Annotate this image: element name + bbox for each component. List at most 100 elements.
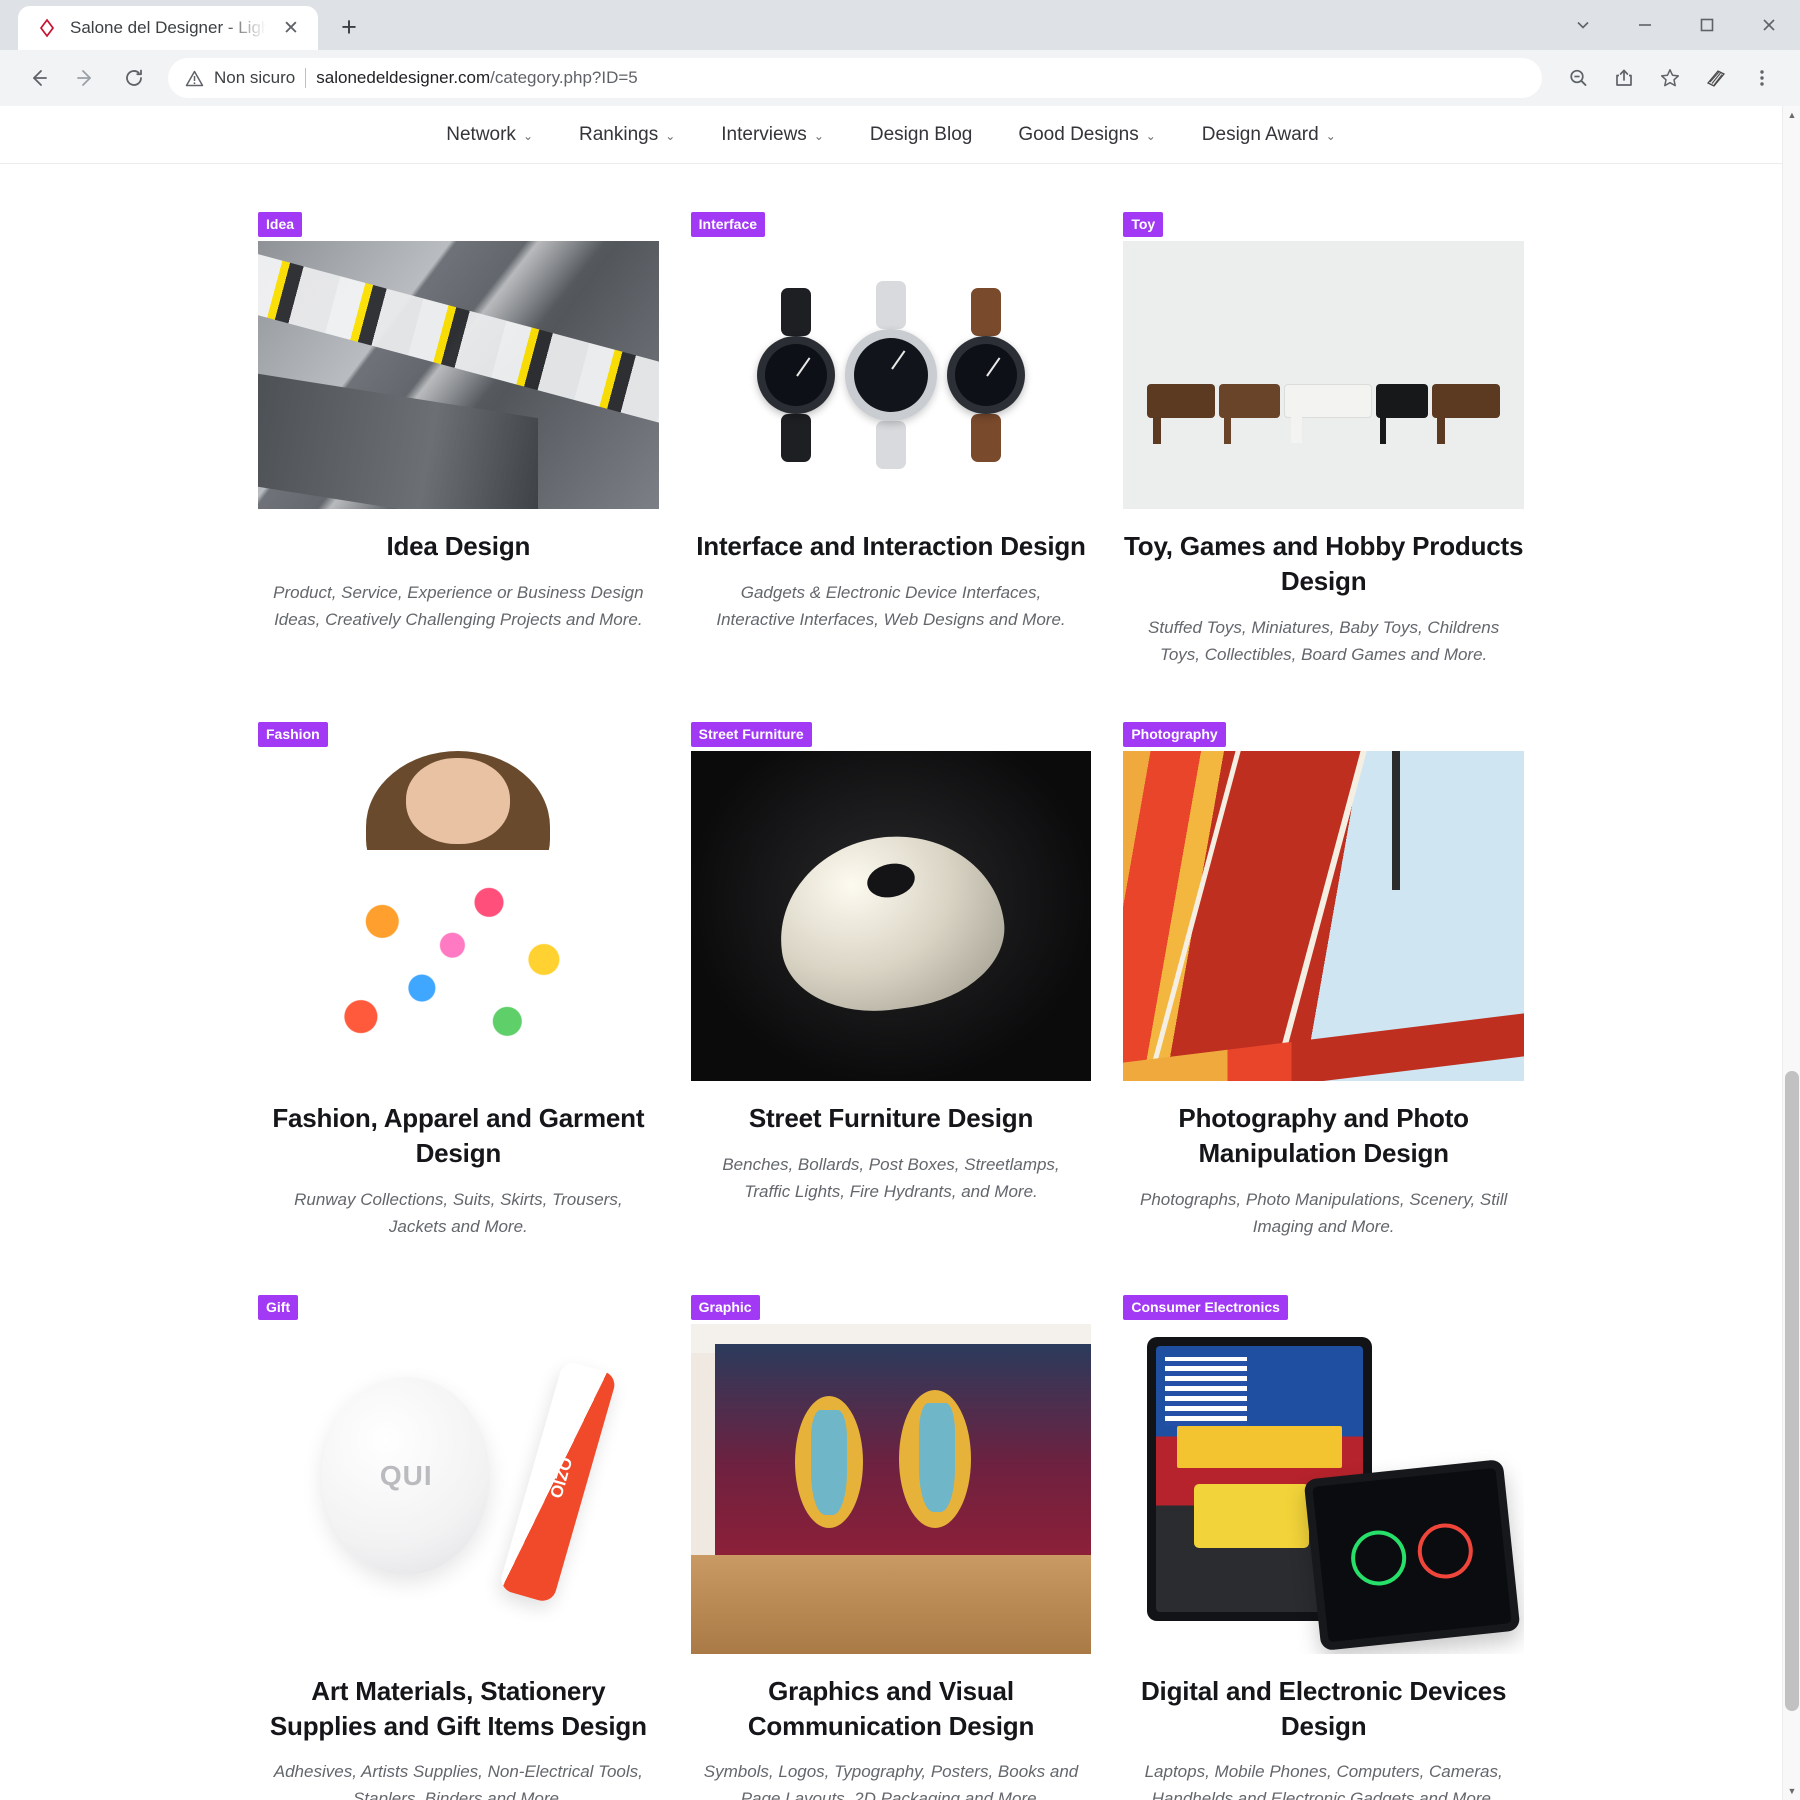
nav-label: Design Award <box>1201 123 1319 145</box>
smartwatch-trio-image <box>690 241 1092 509</box>
category-thumbnail[interactable] <box>690 1323 1092 1654</box>
badge-row: Idea <box>258 212 659 237</box>
category-badge[interactable]: Consumer Electronics <box>1123 1294 1288 1320</box>
idea-workbench-image <box>258 241 659 509</box>
running-track-image <box>1123 751 1524 1082</box>
tab-search-icon[interactable] <box>1552 0 1614 50</box>
category-title[interactable]: Photography and Photo Manipulation Desig… <box>1123 1101 1524 1171</box>
nav-label: Interviews <box>721 123 807 145</box>
extension-icon[interactable] <box>1694 56 1738 100</box>
category-card[interactable]: Interface Interface and Interaction Desi… <box>690 212 1092 668</box>
badge-row: Gift <box>258 1294 659 1320</box>
browser-tab[interactable]: Salone del Designer - Lighting Pr ✕ <box>18 6 318 50</box>
category-badge[interactable]: Toy <box>1123 212 1164 237</box>
category-card[interactable]: Fashion Fashion, Apparel and Garment Des… <box>258 722 659 1240</box>
category-description: Symbols, Logos, Typography, Posters, Boo… <box>703 1762 1079 1800</box>
category-badge[interactable]: Interface <box>690 212 766 237</box>
back-icon[interactable] <box>16 56 60 100</box>
nav-label: Good Designs <box>1018 123 1139 145</box>
nav-item-interviews[interactable]: Interviews ⌄ <box>721 124 824 146</box>
nav-item-rankings[interactable]: Rankings ⌄ <box>579 124 675 146</box>
disc-logo: QUI <box>322 1376 491 1575</box>
three-dot-menu-icon[interactable] <box>1740 56 1784 100</box>
url-text: salonedeldesigner.com/category.php?ID=5 <box>316 68 638 88</box>
category-card[interactable]: Graphic Graphics and Visual Communicatio… <box>690 1294 1092 1800</box>
floral-dress-image <box>258 751 659 1082</box>
category-badge[interactable]: Gift <box>258 1294 299 1320</box>
badge-row: Toy <box>1123 212 1524 237</box>
window-controls <box>1552 0 1800 50</box>
category-card[interactable]: Photography Photography and Photo Manipu… <box>1123 722 1524 1240</box>
nav-label: Design Blog <box>869 123 973 145</box>
tab-title: Salone del Designer - Lighting Pr <box>70 18 266 37</box>
toolbar-right-icons <box>1556 56 1784 100</box>
close-icon[interactable]: ✕ <box>278 15 304 41</box>
category-badge[interactable]: Idea <box>258 212 303 237</box>
category-description: Gadgets & Electronic Device Interfaces, … <box>716 582 1066 629</box>
category-badge[interactable]: Street Furniture <box>690 722 812 748</box>
nav-label: Network <box>446 123 516 145</box>
nav-item-good-designs[interactable]: Good Designs ⌄ <box>1018 124 1155 146</box>
address-bar[interactable]: Non sicuro salonedeldesigner.com/categor… <box>168 58 1542 98</box>
category-badge[interactable]: Graphic <box>690 1294 760 1320</box>
category-description: Photographs, Photo Manipulations, Scener… <box>1140 1190 1508 1236</box>
badge-row: Graphic <box>690 1294 1092 1320</box>
forward-icon[interactable] <box>64 56 108 100</box>
category-thumbnail[interactable] <box>1123 241 1524 509</box>
category-title[interactable]: Fashion, Apparel and Garment Design <box>258 1101 659 1171</box>
category-badge[interactable]: Fashion <box>258 722 328 748</box>
site-nav: Network ⌄ Rankings ⌄ Interviews ⌄ Design… <box>0 106 1782 164</box>
maximize-icon[interactable] <box>1676 0 1738 50</box>
chevron-down-icon: ⌄ <box>665 128 676 143</box>
scroll-down-arrow-icon[interactable]: ▼ <box>1783 1782 1800 1800</box>
category-card[interactable]: Idea Idea Design Product, Service, Exper… <box>258 212 659 668</box>
category-title[interactable]: Toy, Games and Hobby Products Design <box>1123 529 1524 599</box>
browser-window: Salone del Designer - Lighting Pr ✕ + <box>0 0 1800 1800</box>
page-scrollbar[interactable]: ▲ ▼ <box>1782 106 1800 1800</box>
category-badge[interactable]: Photography <box>1123 722 1226 748</box>
category-thumbnail[interactable] <box>1123 1323 1524 1654</box>
watch-silver <box>844 281 937 469</box>
new-tab-button[interactable]: + <box>328 6 370 48</box>
category-card[interactable]: Gift QUI OZIO Art Materials, Stationery … <box>258 1294 659 1800</box>
watch-brown <box>946 288 1025 462</box>
category-thumbnail[interactable] <box>258 241 659 509</box>
zoom-out-icon[interactable] <box>1556 56 1600 100</box>
scrollbar-thumb[interactable] <box>1785 1071 1799 1711</box>
category-title[interactable]: Digital and Electronic Devices Design <box>1123 1674 1524 1744</box>
category-title[interactable]: Idea Design <box>258 529 659 564</box>
nav-item-design-blog[interactable]: Design Blog <box>870 124 972 146</box>
category-title[interactable]: Interface and Interaction Design <box>691 529 1092 564</box>
category-thumbnail[interactable] <box>1123 751 1524 1082</box>
reload-icon[interactable] <box>112 56 156 100</box>
scroll-up-arrow-icon[interactable]: ▲ <box>1783 106 1800 124</box>
sculptural-bench-image <box>690 751 1092 1082</box>
category-thumbnail[interactable] <box>690 241 1092 509</box>
minimize-icon[interactable] <box>1614 0 1676 50</box>
diamond-logo-icon <box>36 17 58 39</box>
badge-row: Interface <box>690 212 1092 237</box>
category-card[interactable]: Toy Toy, Games and Hobby Products Design… <box>1123 212 1524 668</box>
web-page: Network ⌄ Rankings ⌄ Interviews ⌄ Design… <box>0 106 1782 1800</box>
category-description: Laptops, Mobile Phones, Computers, Camer… <box>1144 1762 1503 1800</box>
category-title[interactable]: Art Materials, Stationery Supplies and G… <box>258 1674 659 1744</box>
nav-item-design-award[interactable]: Design Award ⌄ <box>1202 124 1336 146</box>
close-window-icon[interactable] <box>1738 0 1800 50</box>
nav-label: Rankings <box>579 123 659 145</box>
category-card[interactable]: Street Furniture Street Furniture Design… <box>690 722 1092 1240</box>
url-host: salonedeldesigner.com <box>316 68 491 87</box>
category-card[interactable]: Consumer Electronics Digital and Electro… <box>1123 1294 1524 1800</box>
category-title[interactable]: Graphics and Visual Communication Design <box>691 1674 1092 1744</box>
badge-row: Consumer Electronics <box>1123 1294 1524 1320</box>
chevron-down-icon: ⌄ <box>1145 128 1156 143</box>
badge-row: Fashion <box>258 722 659 748</box>
wooden-toy-image <box>1123 241 1524 509</box>
category-thumbnail[interactable] <box>258 751 659 1082</box>
star-icon[interactable] <box>1648 56 1692 100</box>
category-title[interactable]: Street Furniture Design <box>691 1101 1092 1136</box>
nav-item-network[interactable]: Network ⌄ <box>446 124 533 146</box>
disc-label: QUI <box>379 1459 433 1491</box>
category-thumbnail[interactable] <box>690 751 1092 1082</box>
share-icon[interactable] <box>1602 56 1646 100</box>
category-thumbnail[interactable]: QUI OZIO <box>258 1323 659 1654</box>
